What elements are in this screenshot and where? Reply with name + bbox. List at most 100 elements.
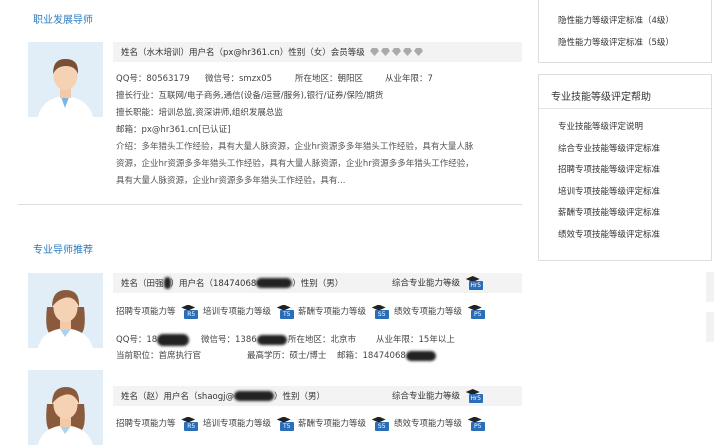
mentor-years: 从业年限：7 <box>385 74 433 84</box>
level-badge-icon: S5 <box>371 304 389 319</box>
redacted-text <box>233 391 274 401</box>
mentor-position: 擅长职能：培训总监,资深讲师,组织发展总监 <box>116 108 283 118</box>
level-badge-text: Hr5 <box>468 281 483 290</box>
divider <box>18 204 522 205</box>
level-badge-icon: R5 <box>180 416 199 431</box>
diamond-icon <box>413 47 423 56</box>
level-badge-icon: S5 <box>371 416 389 431</box>
skill-recruit: 招聘专项能力等 R5 <box>116 304 199 321</box>
skill-label: 绩效专项能力等级 <box>394 307 463 317</box>
mentor-wechat: 微信号：1386 <box>201 332 287 349</box>
mentor-qq: QQ号：18 <box>116 332 190 349</box>
skill-label: 培训专项能力等级 <box>203 419 272 429</box>
skill-training: 培训专项能力等级 T5 <box>203 304 294 321</box>
mentor-avatar[interactable] <box>28 42 103 117</box>
skill-compensation: 薪酬专项能力等级 S5 <box>298 304 389 321</box>
skill-performance: 绩效专项能力等级 P5 <box>394 304 485 321</box>
mentor-current-position: 当前职位：首席执行官 <box>116 351 202 361</box>
sidebar-help-link[interactable]: 招聘专项技能等级评定标准 <box>558 163 660 175</box>
diamond-icon <box>380 47 390 56</box>
mentor-username: 姓名（赵）用户名（shaogj@ <box>121 392 234 402</box>
level-badge-text: S5 <box>374 421 389 431</box>
diamond-icon <box>391 47 401 56</box>
skill-label: 招聘专项能力等 <box>116 307 176 317</box>
redacted-text <box>157 333 190 346</box>
mentor-avatar[interactable] <box>28 370 103 445</box>
mentor-name-prefix: 姓名（田强 <box>121 279 164 289</box>
level-badge-text: T5 <box>279 309 294 319</box>
sidebar-help-link[interactable]: 绩效专项技能等级评定标准 <box>558 228 660 240</box>
level-badge-text: R5 <box>184 421 199 431</box>
mentor-gender: ）性别（男） <box>273 392 325 402</box>
career-mentor-title: 职业发展导师 <box>33 15 93 26</box>
mentor-industry: 擅长行业：互联网/电子商务,通信(设备/运营/服务),银行/证券/保险/期货 <box>116 91 384 101</box>
level-badge-text: P5 <box>470 309 485 319</box>
male-avatar-icon <box>28 42 103 117</box>
mentor-years: 从业年限：15年以上 <box>376 335 455 345</box>
sidebar-top-panel <box>538 0 712 63</box>
mentor-name-line: 姓名（水木培训）用户名（px@hr361.cn）性别（女）会员等级 <box>121 48 365 58</box>
level-badge-text: S5 <box>374 309 389 319</box>
floating-side-tab[interactable] <box>706 312 714 342</box>
level-badge-icon: Hr5 <box>465 389 483 403</box>
level-badge-icon: P5 <box>467 304 485 319</box>
divider <box>539 108 711 109</box>
level-badge-icon: P5 <box>467 416 485 431</box>
skill-compensation: 薪酬专项能力等级 S5 <box>298 416 389 433</box>
redacted-text <box>256 334 287 345</box>
overall-level: 综合专业能力等级 Hr5 <box>392 389 483 403</box>
mentor-region: 所在地区：朝阳区 <box>295 74 364 84</box>
level-badge-text: P5 <box>470 421 485 431</box>
level-badge-icon: R5 <box>180 304 199 319</box>
female-avatar-icon <box>28 370 103 445</box>
mentor-namebar: 姓名（田强 ）用户名（18474068 ）性别（男） 综合专业能力等级 Hr5 <box>113 273 522 293</box>
level-badge-icon: T5 <box>276 416 294 431</box>
skill-recruit: 招聘专项能力等 R5 <box>116 416 199 433</box>
skill-label: 招聘专项能力等 <box>116 419 176 429</box>
member-level-diamonds <box>368 47 423 57</box>
mentor-wechat: 微信号：smzx05 <box>205 74 273 84</box>
sidebar-link-level4[interactable]: 隐性能力等级评定标准（4级） <box>558 14 674 26</box>
overall-level: 综合专业能力等级 Hr5 <box>392 276 483 290</box>
diamond-icon <box>402 47 412 56</box>
sidebar-help-title: 专业技能等级评定帮助 <box>551 92 651 103</box>
sidebar-help-link[interactable]: 综合专业技能等级评定标准 <box>558 142 660 154</box>
overall-level-label: 综合专业能力等级 <box>392 391 461 402</box>
sidebar-help-link[interactable]: 专业技能等级评定说明 <box>558 120 643 132</box>
mentor-region: 所在地区：北京市 <box>288 335 357 345</box>
redacted-text <box>405 350 436 361</box>
level-badge-text: Hr5 <box>468 394 483 403</box>
mentor-avatar[interactable] <box>28 273 103 348</box>
mentor-namebar: 姓名（水木培训）用户名（px@hr361.cn）性别（女）会员等级 <box>113 42 522 62</box>
mentor-email-address: 邮箱：px@hr361.cn <box>116 125 199 135</box>
floating-side-tab[interactable] <box>706 272 714 302</box>
diamond-icon <box>369 47 379 56</box>
mentor-username: ）用户名（18474068 <box>170 279 257 289</box>
level-badge-text: T5 <box>279 421 294 431</box>
mentor-email-label: 邮箱：18474068 <box>337 351 406 361</box>
mentor-gender: ）性别（男） <box>292 279 344 289</box>
mentor-email: 邮箱：px@hr361.cn[已认证] <box>116 122 230 139</box>
skill-label: 薪酬专项能力等级 <box>298 307 367 317</box>
mentor-qq-label: QQ号：18 <box>116 335 158 345</box>
mentor-email: 邮箱：18474068 <box>337 348 436 365</box>
skill-label: 绩效专项能力等级 <box>394 419 463 429</box>
sidebar-link-level5[interactable]: 隐性能力等级评定标准（5级） <box>558 36 674 48</box>
mentor-wechat-label: 微信号：1386 <box>201 335 257 345</box>
female-avatar-icon <box>28 273 103 348</box>
skill-label: 薪酬专项能力等级 <box>298 419 367 429</box>
skill-label: 培训专项能力等级 <box>203 307 272 317</box>
mentor-namebar: 姓名（赵）用户名（shaogj@ ）性别（男） 综合专业能力等级 Hr5 <box>113 386 522 406</box>
level-badge-icon: Hr5 <box>465 276 483 290</box>
skill-training: 培训专项能力等级 T5 <box>203 416 294 433</box>
level-badge-icon: T5 <box>276 304 294 319</box>
sidebar-help-link[interactable]: 薪酬专项技能等级评定标准 <box>558 206 660 218</box>
redacted-text <box>256 278 293 288</box>
redacted-text <box>163 277 171 289</box>
skill-performance: 绩效专项能力等级 P5 <box>394 416 485 433</box>
mentor-intro: 介绍：多年猎头工作经验，具有大量人脉资源，企业hr资源多多年猎头工作经验，具有大… <box>116 142 474 186</box>
overall-level-label: 综合专业能力等级 <box>392 278 461 289</box>
level-badge-text: R5 <box>184 309 199 319</box>
sidebar-help-link[interactable]: 培训专项技能等级评定标准 <box>558 185 660 197</box>
email-verified-badge: [已认证] <box>198 125 231 135</box>
